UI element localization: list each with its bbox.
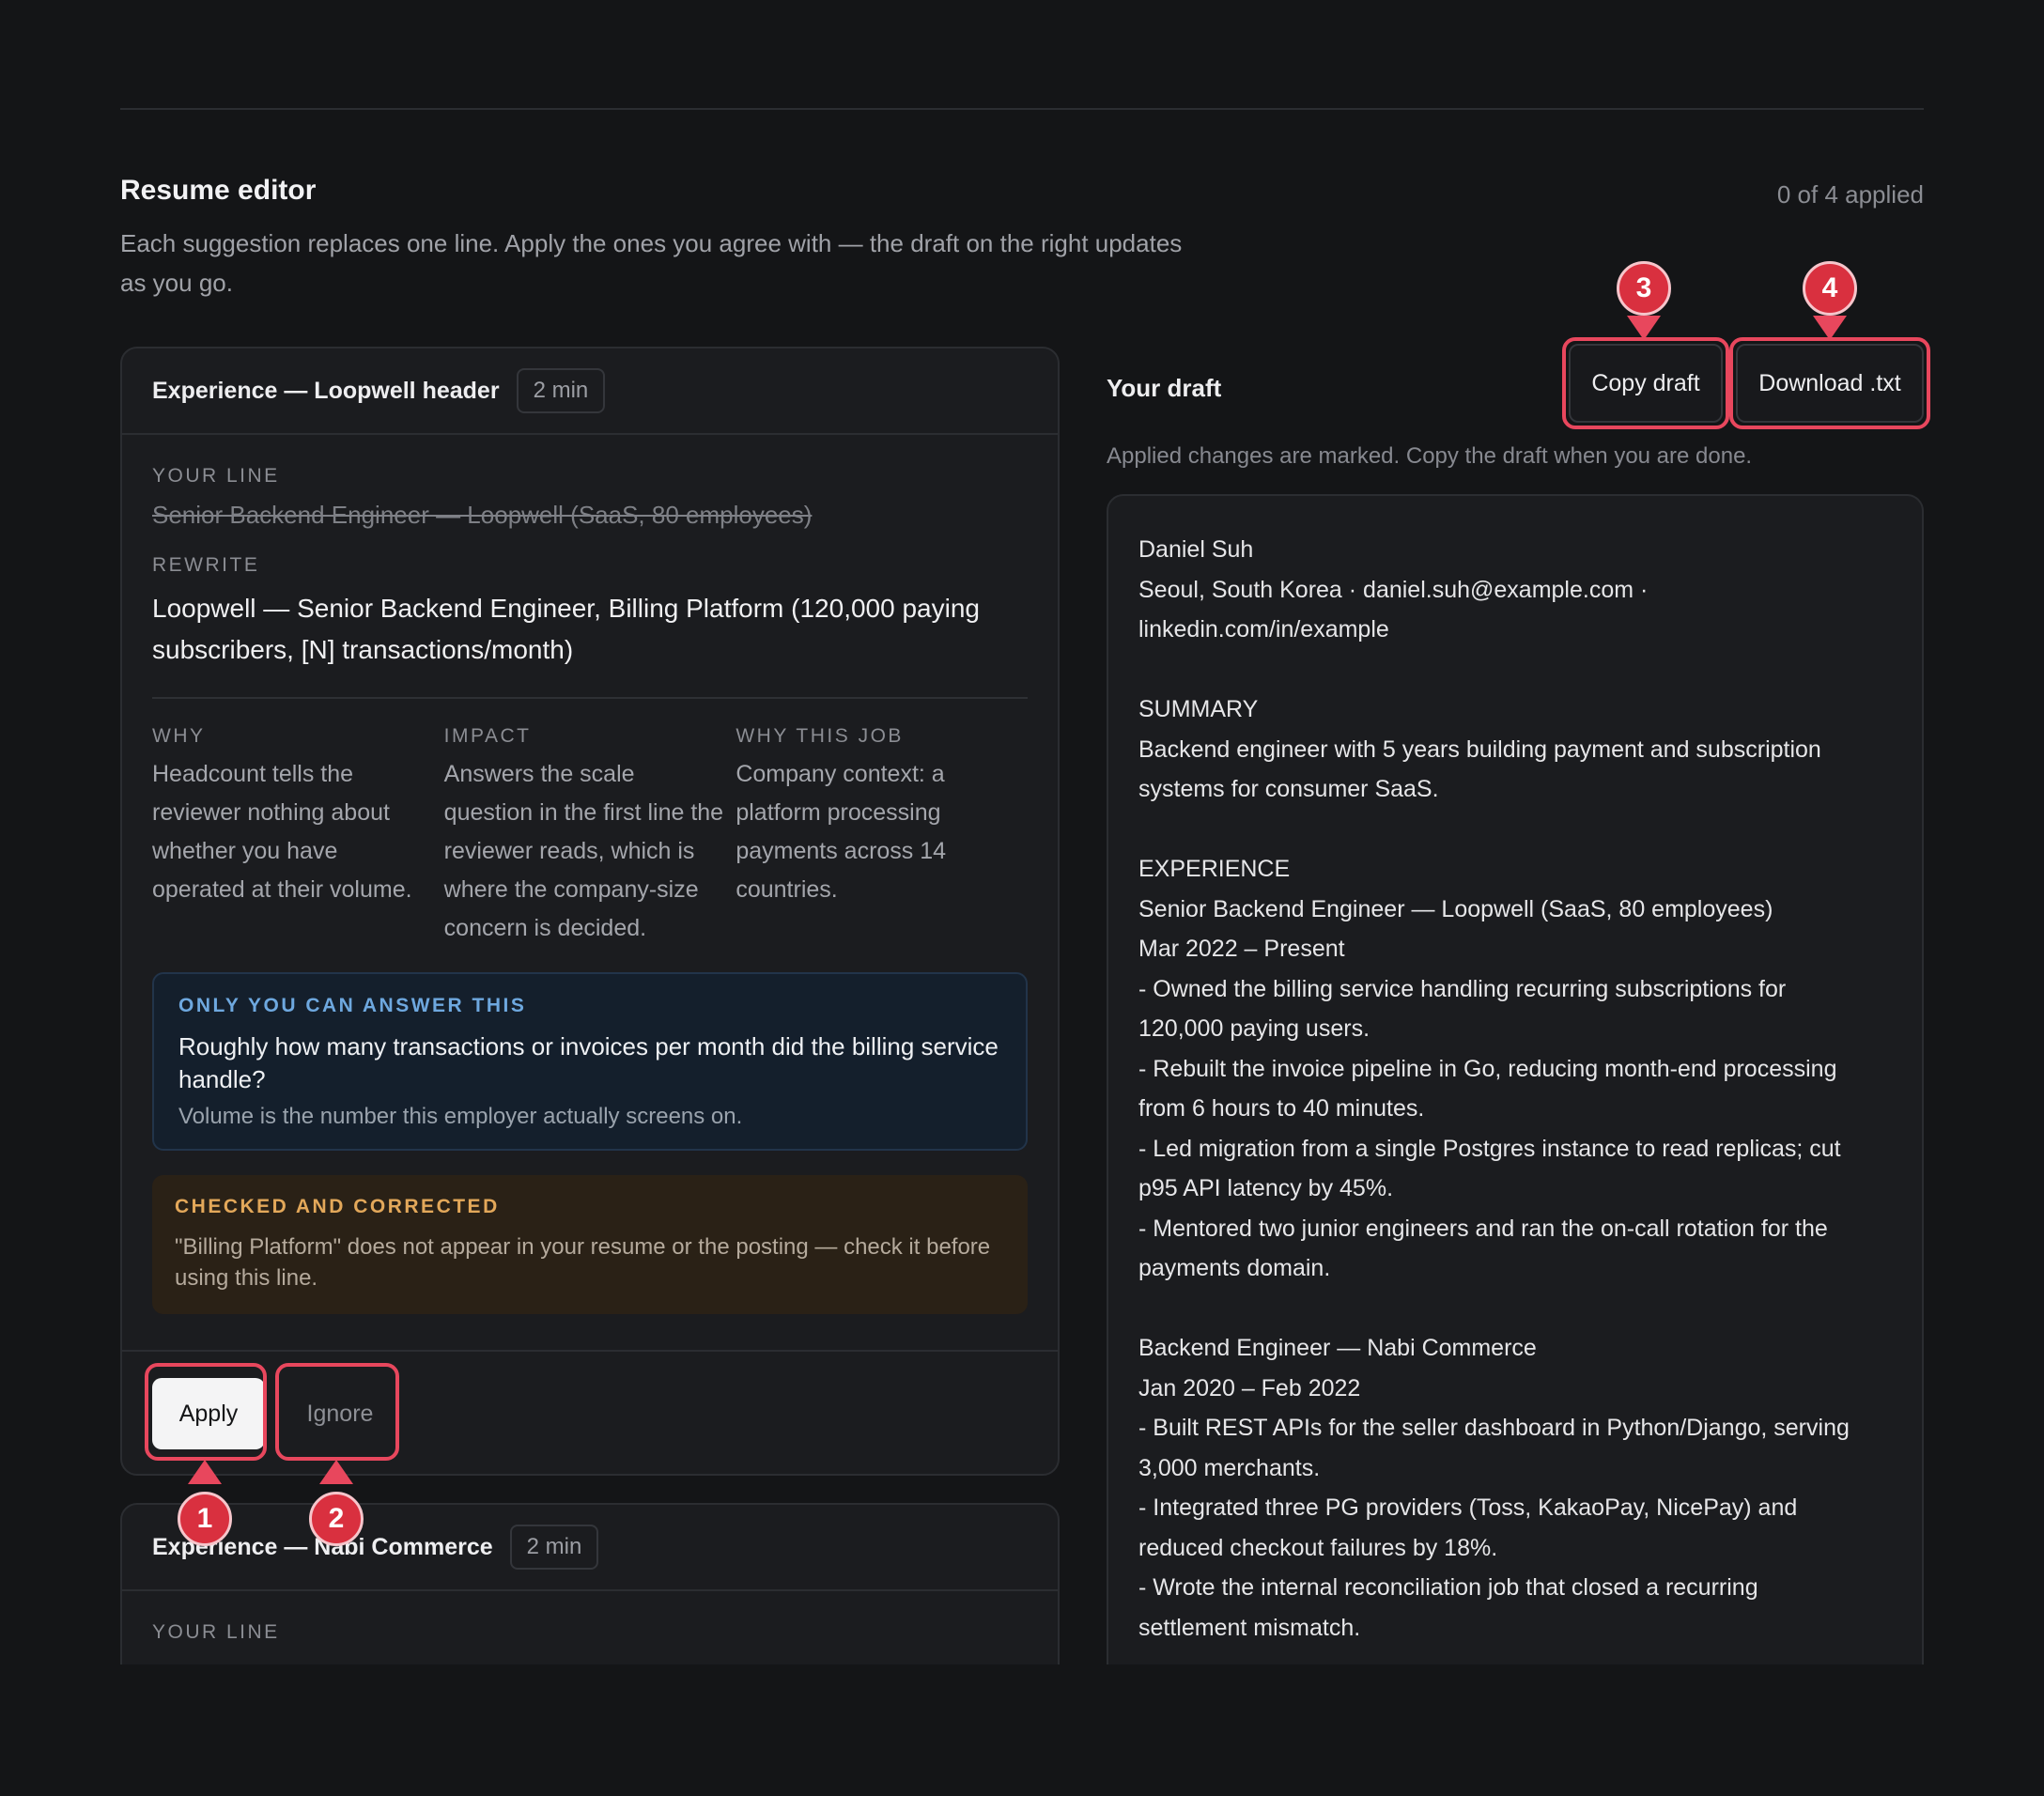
draft-line: Senior Backend Engineer — Loopwell (SaaS… <box>1138 895 1773 922</box>
annotation-badge-1: 1 <box>178 1492 232 1546</box>
top-divider <box>120 108 1924 110</box>
draft-line: Seoul, South Korea · daniel.suh@example.… <box>1138 576 1649 603</box>
annotation-badge-4: 4 <box>1803 261 1857 316</box>
original-line: Senior Backend Engineer — Loopwell (SaaS… <box>152 501 813 529</box>
draft-line <box>1138 810 1892 850</box>
draft-line: - Led migration from a single Postgres i… <box>1138 1135 1841 1162</box>
check-label: CHECKED AND CORRECTED <box>175 1196 500 1217</box>
impact-label: IMPACT <box>443 725 532 747</box>
page-title: Resume editor <box>120 175 317 206</box>
rewrite-label: REWRITE <box>152 554 260 576</box>
draft-line: EXPERIENCE <box>1138 856 1291 882</box>
question-text: Roughly how many transactions or invoice… <box>178 1032 999 1093</box>
page-subtitle: Each suggestion replaces one line. Apply… <box>120 229 1183 297</box>
why-text: Headcount tells the reviewer nothing abo… <box>152 761 412 903</box>
draft-line: linkedin.com/in/example <box>1138 616 1389 643</box>
check-callout: CHECKED AND CORRECTED "Billing Platform"… <box>152 1175 1028 1314</box>
draft-line: - Wrote the internal reconciliation job … <box>1138 1574 1758 1601</box>
time-estimate-badge: 2 min <box>509 1525 599 1570</box>
draft-line: settlement mismatch. <box>1138 1614 1361 1641</box>
draft-line: - Owned the billing service handling rec… <box>1138 975 1787 1002</box>
draft-line: Mar 2022 – Present <box>1138 936 1345 962</box>
suggestion-card-header: Experience — Loopwell header 2 min <box>122 348 1058 435</box>
annotation-highlight-3 <box>1562 337 1729 429</box>
rewrite-text: Loopwell — Senior Backend Engineer, Bill… <box>152 594 980 664</box>
resume-editor-page: Resume editor Each suggestion replaces o… <box>0 0 2044 1796</box>
your-line-label: YOUR LINE <box>152 465 280 487</box>
draft-line: reduced checkout failures by 18%. <box>1138 1534 1498 1561</box>
why-this-job-column: WHY THIS JOB Company context: a platform… <box>736 725 1028 948</box>
annotation-highlight-1 <box>145 1363 267 1461</box>
draft-title: Your draft <box>1107 374 1222 402</box>
annotation-badge-2: 2 <box>309 1492 364 1546</box>
suggestion-card: Experience — Loopwell header 2 min YOUR … <box>120 347 1060 1476</box>
suggestion-card-header: Experience — Nabi Commerce 2 min <box>122 1505 1058 1591</box>
suggestion-card-body: YOUR LINE <box>122 1621 1058 1644</box>
annotation-pointer-1 <box>188 1460 222 1484</box>
draft-line: 3,000 merchants. <box>1138 1454 1321 1481</box>
annotation-pointer-3 <box>1627 316 1661 340</box>
why-this-job-text: Company context: a platform processing p… <box>736 761 947 903</box>
annotation-pointer-4 <box>1813 316 1847 340</box>
suggestion-heading: Experience — Loopwell header <box>152 377 500 404</box>
check-text: "Billing Platform" does not appear in yo… <box>175 1234 991 1291</box>
why-label: WHY <box>152 725 206 747</box>
draft-line: - Mentored two junior engineers and ran … <box>1138 1215 1828 1242</box>
draft-line: 120,000 paying users. <box>1138 1015 1370 1042</box>
draft-note: Applied changes are marked. Copy the dra… <box>1107 443 1753 469</box>
annotation-highlight-2 <box>275 1363 399 1461</box>
impact-column: IMPACT Answers the scale question in the… <box>444 725 736 948</box>
question-label: ONLY YOU CAN ANSWER THIS <box>178 995 527 1016</box>
draft-line: Jan 2020 – Feb 2022 <box>1138 1374 1361 1401</box>
applied-count: 0 of 4 applied <box>1776 180 1924 209</box>
draft-line: Backend engineer with 5 years building p… <box>1138 735 1821 763</box>
your-line-label: YOUR LINE <box>152 1621 280 1643</box>
draft-line <box>1138 1289 1892 1329</box>
draft-line: SUMMARY <box>1138 696 1259 722</box>
draft-line: - Built REST APIs for the seller dashboa… <box>1138 1415 1850 1441</box>
annotation-pointer-2 <box>319 1460 353 1484</box>
draft-line: p95 API latency by 45%. <box>1138 1175 1394 1201</box>
draft-line: payments domain. <box>1138 1255 1331 1281</box>
question-callout: ONLY YOU CAN ANSWER THIS Roughly how man… <box>152 972 1028 1151</box>
why-column: WHY Headcount tells the reviewer nothing… <box>152 725 444 948</box>
time-estimate-badge: 2 min <box>516 368 606 413</box>
suggestion-card-body: YOUR LINE Senior Backend Engineer — Loop… <box>122 465 1058 1314</box>
bottom-mask <box>0 1664 2044 1796</box>
draft-line: - Rebuilt the invoice pipeline in Go, re… <box>1138 1055 1837 1082</box>
annotation-badge-3: 3 <box>1617 261 1671 316</box>
draft-panel: Daniel Suh Seoul, South Korea · daniel.s… <box>1107 494 1924 1796</box>
draft-line: systems for consumer SaaS. <box>1138 776 1439 802</box>
annotation-highlight-4 <box>1729 337 1930 429</box>
draft-line: - Integrated three PG providers (Toss, K… <box>1138 1494 1798 1521</box>
draft-line: Backend Engineer — Nabi Commerce <box>1138 1335 1537 1361</box>
draft-line <box>1138 650 1892 690</box>
draft-line: from 6 hours to 40 minutes. <box>1138 1095 1425 1122</box>
section-divider <box>152 697 1028 699</box>
rationale-columns: WHY Headcount tells the reviewer nothing… <box>152 725 1028 948</box>
draft-line: Daniel Suh <box>1138 536 1254 563</box>
question-note: Volume is the number this employer actua… <box>178 1104 743 1129</box>
why-this-job-label: WHY THIS JOB <box>736 725 904 747</box>
impact-text: Answers the scale question in the first … <box>443 761 724 941</box>
